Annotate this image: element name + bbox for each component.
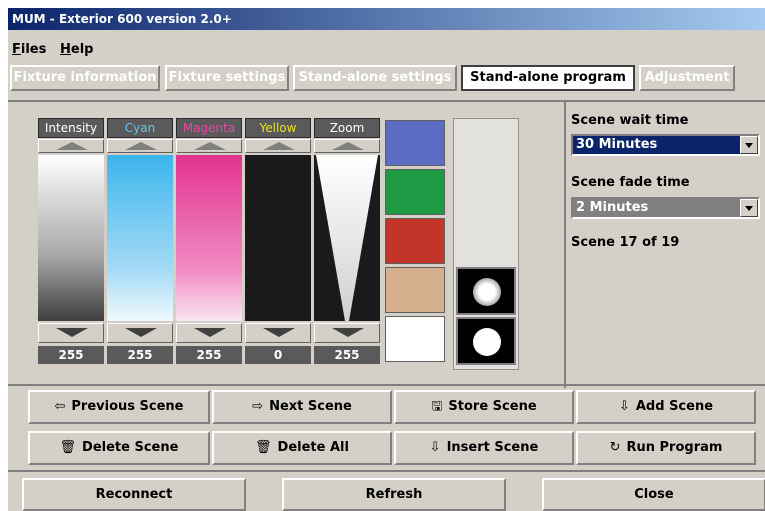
menu-files-accel: F — [12, 42, 21, 57]
application-window: MUM - Exterior 600 version 2.0+ Files He… — [8, 8, 765, 511]
dropdown-arrow-icon[interactable] — [740, 136, 758, 154]
channel-label: Intensity — [38, 118, 104, 138]
trash-all-icon: 🗑 — [255, 440, 272, 455]
scene-wait-value: 30 Minutes — [576, 137, 658, 152]
color-swatch-column — [383, 118, 449, 370]
run-program-button[interactable]: ↻ Run Program — [576, 431, 756, 465]
increase-arrow-icon[interactable] — [245, 139, 311, 153]
channel-value: 255 — [176, 346, 242, 364]
gobo-column — [453, 118, 519, 370]
channel-intensity: Intensity 255 — [38, 118, 104, 365]
close-button[interactable]: Close — [542, 478, 765, 511]
refresh-cycle-icon: ↻ — [609, 440, 621, 455]
cyan-slider[interactable] — [107, 155, 173, 321]
insert-scene-button[interactable]: ⇩ Insert Scene — [394, 431, 574, 465]
decrease-arrow-icon[interactable] — [176, 323, 242, 343]
swatch-blue[interactable] — [385, 120, 445, 166]
zoom-slider[interactable] — [314, 155, 380, 321]
next-scene-button[interactable]: ⇨ Next Scene — [212, 390, 392, 424]
tab-adjustment[interactable]: Adjustment — [639, 65, 735, 91]
previous-scene-button[interactable]: ⇦ Previous Scene — [28, 390, 210, 424]
panel-divider — [564, 100, 566, 388]
store-scene-label: Store Scene — [448, 399, 537, 414]
decrease-arrow-icon[interactable] — [107, 323, 173, 343]
decrease-arrow-icon[interactable] — [314, 323, 380, 343]
scene-wait-select[interactable]: 30 Minutes — [571, 134, 760, 156]
run-program-label: Run Program — [626, 440, 723, 455]
previous-scene-label: Previous Scene — [71, 399, 184, 414]
footer-divider — [8, 470, 765, 472]
store-disk-icon: 🖫 — [431, 399, 443, 414]
zoom-beam-graphic — [316, 155, 378, 321]
menu-help[interactable]: Help — [60, 42, 93, 57]
next-scene-label: Next Scene — [269, 399, 352, 414]
menu-files-rest: iles — [20, 42, 47, 57]
menu-files[interactable]: Files — [12, 42, 46, 57]
channel-label: Cyan — [107, 118, 173, 138]
gobo-hard-circle[interactable] — [456, 317, 516, 365]
insert-arrow-icon: ⇩ — [429, 440, 441, 455]
tab-fixture-settings[interactable]: Fixture settings — [165, 65, 289, 91]
swatch-green[interactable] — [385, 169, 445, 215]
channel-yellow: Yellow 0 — [245, 118, 311, 365]
delete-scene-label: Delete Scene — [82, 440, 179, 455]
channel-label: Magenta — [176, 118, 242, 138]
add-arrow-icon: ⇩ — [618, 399, 630, 414]
scene-fade-select[interactable]: 2 Minutes — [571, 197, 760, 219]
channel-cyan: Cyan 255 — [107, 118, 173, 365]
decrease-arrow-icon[interactable] — [245, 323, 311, 343]
channel-value: 0 — [245, 346, 311, 364]
scene-fade-value: 2 Minutes — [576, 200, 649, 215]
scene-wait-label: Scene wait time — [571, 113, 689, 128]
tab-fixture-information[interactable]: Fixture information — [10, 65, 160, 91]
yellow-slider[interactable] — [245, 155, 311, 321]
delete-scene-button[interactable]: 🗑 Delete Scene — [28, 431, 210, 465]
button-area-divider — [8, 384, 765, 386]
channel-label: Yellow — [245, 118, 311, 138]
channel-label: Zoom — [314, 118, 380, 138]
reconnect-button[interactable]: Reconnect — [22, 478, 246, 511]
magenta-slider[interactable] — [176, 155, 242, 321]
hard-circle-icon — [473, 328, 501, 356]
increase-arrow-icon[interactable] — [38, 139, 104, 153]
increase-arrow-icon[interactable] — [314, 139, 380, 153]
add-scene-button[interactable]: ⇩ Add Scene — [576, 390, 756, 424]
title-bar: MUM - Exterior 600 version 2.0+ — [8, 8, 765, 30]
intensity-slider[interactable] — [38, 155, 104, 321]
menu-help-accel: H — [60, 42, 71, 57]
channel-magenta: Magenta 255 — [176, 118, 242, 365]
delete-all-button[interactable]: 🗑 Delete All — [212, 431, 392, 465]
gobo-soft-circle[interactable] — [456, 267, 516, 315]
swatch-red[interactable] — [385, 218, 445, 264]
increase-arrow-icon[interactable] — [176, 139, 242, 153]
dropdown-arrow-icon[interactable] — [740, 199, 758, 217]
soft-circle-icon — [473, 278, 501, 306]
tab-stand-alone-settings[interactable]: Stand-alone settings — [293, 65, 457, 91]
channel-value: 255 — [314, 346, 380, 364]
trash-icon: 🗑 — [59, 440, 77, 455]
menu-help-rest: elp — [70, 42, 94, 57]
add-scene-label: Add Scene — [635, 399, 714, 414]
tab-stand-alone-program[interactable]: Stand-alone program — [461, 65, 635, 91]
decrease-arrow-icon[interactable] — [38, 323, 104, 343]
insert-scene-label: Insert Scene — [446, 440, 539, 455]
left-arrow-icon: ⇦ — [54, 399, 66, 414]
delete-all-label: Delete All — [277, 440, 349, 455]
swatch-tan[interactable] — [385, 267, 445, 313]
increase-arrow-icon[interactable] — [107, 139, 173, 153]
channel-value: 255 — [107, 346, 173, 364]
store-scene-button[interactable]: 🖫 Store Scene — [394, 390, 574, 424]
scene-position: Scene 17 of 19 — [571, 235, 680, 250]
right-arrow-icon: ⇨ — [252, 399, 264, 414]
swatch-white[interactable] — [385, 316, 445, 362]
refresh-button[interactable]: Refresh — [282, 478, 506, 511]
channel-value: 255 — [38, 346, 104, 364]
channel-zoom: Zoom 255 — [314, 118, 380, 365]
scene-fade-label: Scene fade time — [571, 175, 690, 190]
